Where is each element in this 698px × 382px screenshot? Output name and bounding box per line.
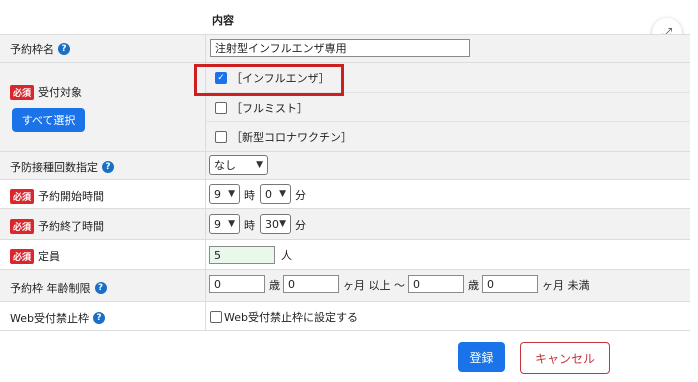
dose-value: なし [214,159,236,172]
label-cell: 予防接種回数指定 ? [0,152,206,179]
start-hour-select[interactable]: 9 ▼ [209,184,240,204]
chevron-down-icon: ▼ [228,189,235,199]
help-icon[interactable]: ? [102,161,114,173]
dose-select[interactable]: なし ▼ [209,155,268,175]
value-cell: 0 歳 0 ヶ月 以上 〜 0 歳 0 ヶ月 未満 [206,270,690,301]
select-all-button[interactable]: すべて選択 [12,108,85,132]
years-unit: 歳 [468,279,479,292]
row-end-time: 必須 予約終了時間 9 ▼ 時 30 ▼ 分 [0,208,690,239]
chevron-down-icon: ▼ [279,219,286,229]
label-cell: 予約枠 年齢制限 ? [0,270,206,301]
option-checkbox-flumist[interactable] [215,102,227,114]
chevron-down-icon: ▼ [228,219,235,229]
end-hour-select[interactable]: 9 ▼ [209,214,240,234]
chevron-down-icon: ▼ [256,160,263,170]
row-age-limit: 予約枠 年齢制限 ? 0 歳 0 ヶ月 以上 〜 0 歳 0 ヶ月 未満 [0,269,690,301]
row-dose: 予防接種回数指定 ? なし ▼ [0,151,690,179]
age-to-years-input[interactable]: 0 [408,275,464,293]
reservation-form: 内容 ⤢ 予約枠名 ? 注射型インフルエンザ専用 必須 受付対象 すべて選択 ✓ [0,0,698,382]
end-minute-value: 30 [265,217,279,231]
age-to-months-input[interactable]: 0 [482,275,538,293]
minute-unit: 分 [295,219,306,232]
option-row: ［新型コロナワクチン］ [206,121,690,151]
column-header: 内容 [206,10,406,30]
start-hour-value: 9 [214,187,221,201]
value-cell: 5 人 [206,240,690,269]
reception-label: 受付対象 [38,86,83,99]
label-cell: 予約枠名 ? [0,35,206,62]
value-cell: なし ▼ [206,152,690,179]
label-cell: Web受付禁止枠 ? [0,302,206,330]
age-limit-label: 予約枠 年齢制限 [10,282,91,295]
required-badge: 必須 [10,248,35,264]
value-cell: Web受付禁止枠に設定する [206,302,690,330]
value-cell: 注射型インフルエンザ専用 [206,35,690,62]
start-minute-select[interactable]: 0 ▼ [260,184,291,204]
years-unit: 歳 [269,279,280,292]
row-web-block: Web受付禁止枠 ? Web受付禁止枠に設定する [0,301,690,331]
help-icon[interactable]: ? [58,43,70,55]
highlight-box [194,64,344,96]
option-label-flumist: ［フルミスト］ [231,102,308,115]
web-block-checkbox[interactable] [210,311,222,323]
start-time-label: 予約開始時間 [38,190,105,203]
register-button[interactable]: 登録 [458,342,505,372]
dose-label: 予防接種回数指定 [10,161,98,174]
slot-name-label: 予約枠名 [10,43,54,56]
cancel-button[interactable]: キャンセル [520,342,610,374]
row-reception: 必須 受付対象 すべて選択 ✓ ［インフルエンザ］ ［フルミスト］ ［新型コロナ… [0,62,690,151]
age-from-years-input[interactable]: 0 [209,275,265,293]
help-icon[interactable]: ? [94,282,107,294]
option-checkbox-covid[interactable] [215,131,227,143]
option-row: ［フルミスト］ [206,92,690,121]
row-slot-name: 予約枠名 ? 注射型インフルエンザ専用 [0,34,690,62]
value-cell: 9 ▼ 時 30 ▼ 分 [206,209,690,239]
row-capacity: 必須 定員 5 人 [0,239,690,269]
web-block-label: Web受付禁止枠 [10,312,89,325]
required-badge: 必須 [10,188,35,204]
required-badge: 必須 [10,84,35,100]
label-cell: 必須 定員 [0,240,206,269]
row-start-time: 必須 予約開始時間 9 ▼ 時 0 ▼ 分 [0,179,690,208]
capacity-label: 定員 [38,250,61,263]
content-column-title: 内容 [212,14,234,27]
value-cell: 9 ▼ 時 0 ▼ 分 [206,180,690,208]
label-cell: 必須 予約開始時間 [0,180,206,208]
required-badge: 必須 [10,218,35,234]
help-icon[interactable]: ? [92,312,105,324]
months-unit-from: ヶ月 以上 〜 [343,279,405,292]
start-minute-value: 0 [265,187,272,201]
minute-unit: 分 [295,189,306,202]
label-cell: 必須 受付対象 すべて選択 [0,63,206,151]
label-cell: 必須 予約終了時間 [0,209,206,239]
end-time-label: 予約終了時間 [38,220,105,233]
end-hour-value: 9 [214,217,221,231]
capacity-input[interactable]: 5 [209,246,275,264]
hour-unit: 時 [244,189,255,202]
age-from-months-input[interactable]: 0 [283,275,339,293]
chevron-down-icon: ▼ [279,189,286,199]
capacity-unit: 人 [281,249,292,262]
option-label-covid: ［新型コロナワクチン］ [231,131,352,144]
web-block-checkbox-label: Web受付禁止枠に設定する [224,311,358,324]
hour-unit: 時 [244,219,255,232]
end-minute-select[interactable]: 30 ▼ [260,214,291,234]
slot-name-input[interactable]: 注射型インフルエンザ専用 [210,39,470,57]
months-unit-to: ヶ月 未満 [542,279,590,292]
